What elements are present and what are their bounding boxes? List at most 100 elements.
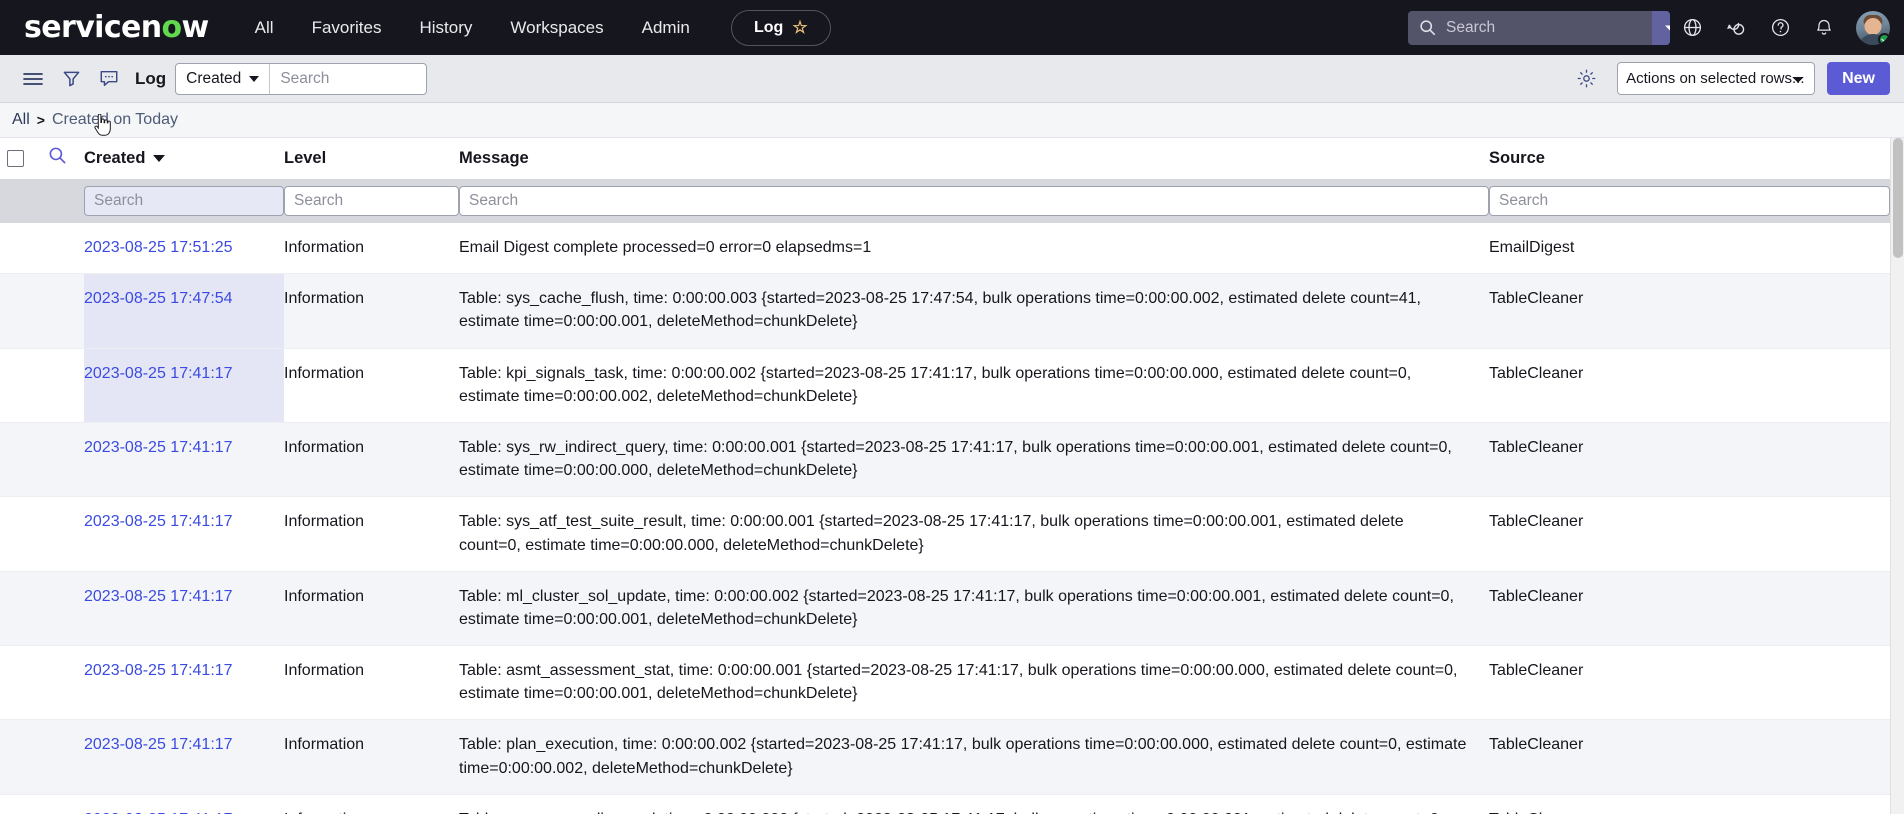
cell-created[interactable]: 2023-08-25 17:41:17 xyxy=(84,348,284,423)
row-select-cell[interactable] xyxy=(0,273,48,349)
cell-level: Information xyxy=(284,571,459,647)
servicenow-logo[interactable]: servicen o w xyxy=(24,9,209,45)
table-row[interactable]: 2023-08-25 17:41:17 Information Table: asm… xyxy=(0,645,1890,721)
row-select-cell[interactable] xyxy=(0,719,48,795)
vertical-scrollbar[interactable] xyxy=(1890,138,1904,814)
table-row[interactable]: 2023-08-25 17:41:17 Information Table: pla… xyxy=(0,719,1890,795)
hamburger-menu-icon[interactable] xyxy=(14,60,52,98)
filter-field-label: Created xyxy=(186,69,242,87)
cell-created[interactable]: 2023-08-25 17:41:17 xyxy=(84,422,284,498)
cell-created[interactable]: 2023-08-25 17:41:17 xyxy=(84,794,284,814)
row-preview-cell[interactable] xyxy=(48,223,84,275)
new-button[interactable]: New xyxy=(1827,62,1890,95)
column-header-source[interactable]: Source xyxy=(1489,138,1890,179)
cell-message: Table: sys_rw_indirect_query, time: 0:00… xyxy=(459,422,1489,498)
record-link[interactable]: 2023-08-25 17:41:17 xyxy=(84,513,233,530)
logo-text-accent: o xyxy=(161,9,183,45)
table-row[interactable]: 2023-08-25 17:47:54 Information Table: sys… xyxy=(0,273,1890,349)
row-preview-cell[interactable] xyxy=(48,719,84,795)
record-link[interactable]: 2023-08-25 17:51:25 xyxy=(84,239,233,256)
avatar[interactable] xyxy=(1856,10,1890,45)
breadcrumb: All > Created on Today xyxy=(0,103,1904,138)
table-row[interactable]: 2023-08-25 17:41:17InformationTable: sys… xyxy=(0,422,1890,498)
table-row[interactable]: 2023-08-25 17:41:17InformationTable: sys… xyxy=(0,496,1890,572)
record-link[interactable]: 2023-08-25 17:41:17 xyxy=(84,439,233,456)
filter-input-source[interactable] xyxy=(1489,186,1890,216)
primary-nav-links: All Favorites History Workspaces Admin xyxy=(255,18,690,38)
cell-created[interactable]: 2023-08-25 17:41:17 xyxy=(84,645,284,721)
log-table-container[interactable]: Created Level Message Source Search Sear… xyxy=(0,138,1904,814)
cell-created[interactable]: 2023-08-25 17:41:17 xyxy=(84,719,284,795)
notifications-icon[interactable] xyxy=(1802,6,1846,50)
list-search-input[interactable] xyxy=(270,63,427,94)
filter-cell-empty-mag xyxy=(48,179,84,223)
record-link[interactable]: 2023-08-25 17:41:17 xyxy=(84,662,233,679)
cell-created[interactable]: 2023-08-25 17:41:17 xyxy=(84,571,284,647)
cell-created[interactable]: 2023-08-25 17:41:17 xyxy=(84,496,284,572)
breadcrumb-item-current[interactable]: Created on Today xyxy=(52,111,178,129)
row-preview-cell[interactable] xyxy=(48,348,84,423)
globe-icon[interactable] xyxy=(1670,6,1714,50)
row-select-cell[interactable] xyxy=(0,496,48,572)
cell-level: Information xyxy=(284,223,459,275)
nav-item-history[interactable]: History xyxy=(420,18,473,38)
comment-bubble-icon[interactable] xyxy=(90,60,128,98)
cell-message: Table: asmt_assessment_stat, time: 0:00:… xyxy=(459,645,1489,721)
column-header-level[interactable]: Level xyxy=(284,138,459,179)
row-select-cell[interactable] xyxy=(0,422,48,498)
record-link[interactable]: 2023-08-25 17:47:54 xyxy=(84,290,233,307)
row-preview-cell[interactable] xyxy=(48,496,84,572)
column-header-created-label: Created xyxy=(84,148,146,167)
cell-created[interactable]: 2023-08-25 17:51:25 xyxy=(84,223,284,275)
current-record-label: Log xyxy=(754,18,784,36)
row-select-cell[interactable] xyxy=(0,223,48,275)
current-record-pill[interactable]: Log ☆ xyxy=(731,9,831,46)
nav-item-all[interactable]: All xyxy=(255,18,274,38)
table-row[interactable]: 2023-08-25 17:41:17 Information Table: ml_… xyxy=(0,571,1890,647)
record-link[interactable]: 2023-08-25 17:41:17 xyxy=(84,365,233,382)
record-link[interactable]: 2023-08-25 17:41:17 xyxy=(84,736,233,753)
row-select-cell[interactable] xyxy=(0,794,48,814)
table-row[interactable]: 2023-08-25 17:41:17InformationTable: sys… xyxy=(0,794,1890,814)
cell-message: Table: ml_cluster_sol_update, time: 0:00… xyxy=(459,571,1489,647)
cell-level: Information xyxy=(284,496,459,572)
global-search[interactable] xyxy=(1408,10,1670,45)
column-header-created[interactable]: Created xyxy=(84,138,284,179)
table-row[interactable]: 2023-08-25 17:51:25 Information Email Dige… xyxy=(0,223,1890,275)
filter-input-created[interactable] xyxy=(84,186,284,216)
help-icon[interactable] xyxy=(1758,6,1802,50)
row-select-cell[interactable] xyxy=(0,645,48,721)
star-outline-icon[interactable]: ☆ xyxy=(792,19,807,36)
cell-source: TableCleaner xyxy=(1489,422,1890,498)
row-preview-cell[interactable] xyxy=(48,273,84,349)
record-link[interactable]: 2023-08-25 17:41:17 xyxy=(84,588,233,605)
global-search-input[interactable] xyxy=(1446,18,1652,37)
column-header-message[interactable]: Message xyxy=(459,138,1489,179)
nav-item-favorites[interactable]: Favorites xyxy=(312,18,382,38)
nav-item-workspaces[interactable]: Workspaces xyxy=(510,18,603,38)
nav-item-admin[interactable]: Admin xyxy=(642,18,690,38)
cell-source: TableCleaner xyxy=(1489,645,1890,721)
row-select-cell[interactable] xyxy=(0,348,48,423)
gear-icon[interactable] xyxy=(1567,60,1605,98)
row-preview-cell[interactable] xyxy=(48,645,84,721)
conversations-icon[interactable] xyxy=(1714,6,1758,50)
search-icon[interactable] xyxy=(48,147,67,169)
cell-created[interactable]: 2023-08-25 17:47:54 xyxy=(84,273,284,349)
breadcrumb-item-all[interactable]: All xyxy=(12,111,30,129)
cell-level: Information xyxy=(284,719,459,795)
row-select-cell[interactable] xyxy=(0,571,48,647)
actions-on-selected-rows-select[interactable]: Actions on selected rows... xyxy=(1617,62,1816,95)
row-preview-cell[interactable] xyxy=(48,571,84,647)
filter-funnel-icon[interactable] xyxy=(52,60,90,98)
table-row[interactable]: 2023-08-25 17:41:17 Information Table: kpi… xyxy=(0,348,1890,423)
row-preview-cell[interactable] xyxy=(48,422,84,498)
search-scope-dropdown[interactable] xyxy=(1652,10,1670,45)
select-all-checkbox[interactable] xyxy=(7,149,24,167)
row-preview-cell[interactable] xyxy=(48,794,84,814)
filter-field-selector[interactable]: Created xyxy=(176,63,271,94)
avatar-face xyxy=(1864,17,1882,35)
filter-input-level[interactable] xyxy=(284,186,459,216)
scrollbar-thumb[interactable] xyxy=(1893,138,1903,258)
filter-input-message[interactable] xyxy=(459,186,1489,216)
